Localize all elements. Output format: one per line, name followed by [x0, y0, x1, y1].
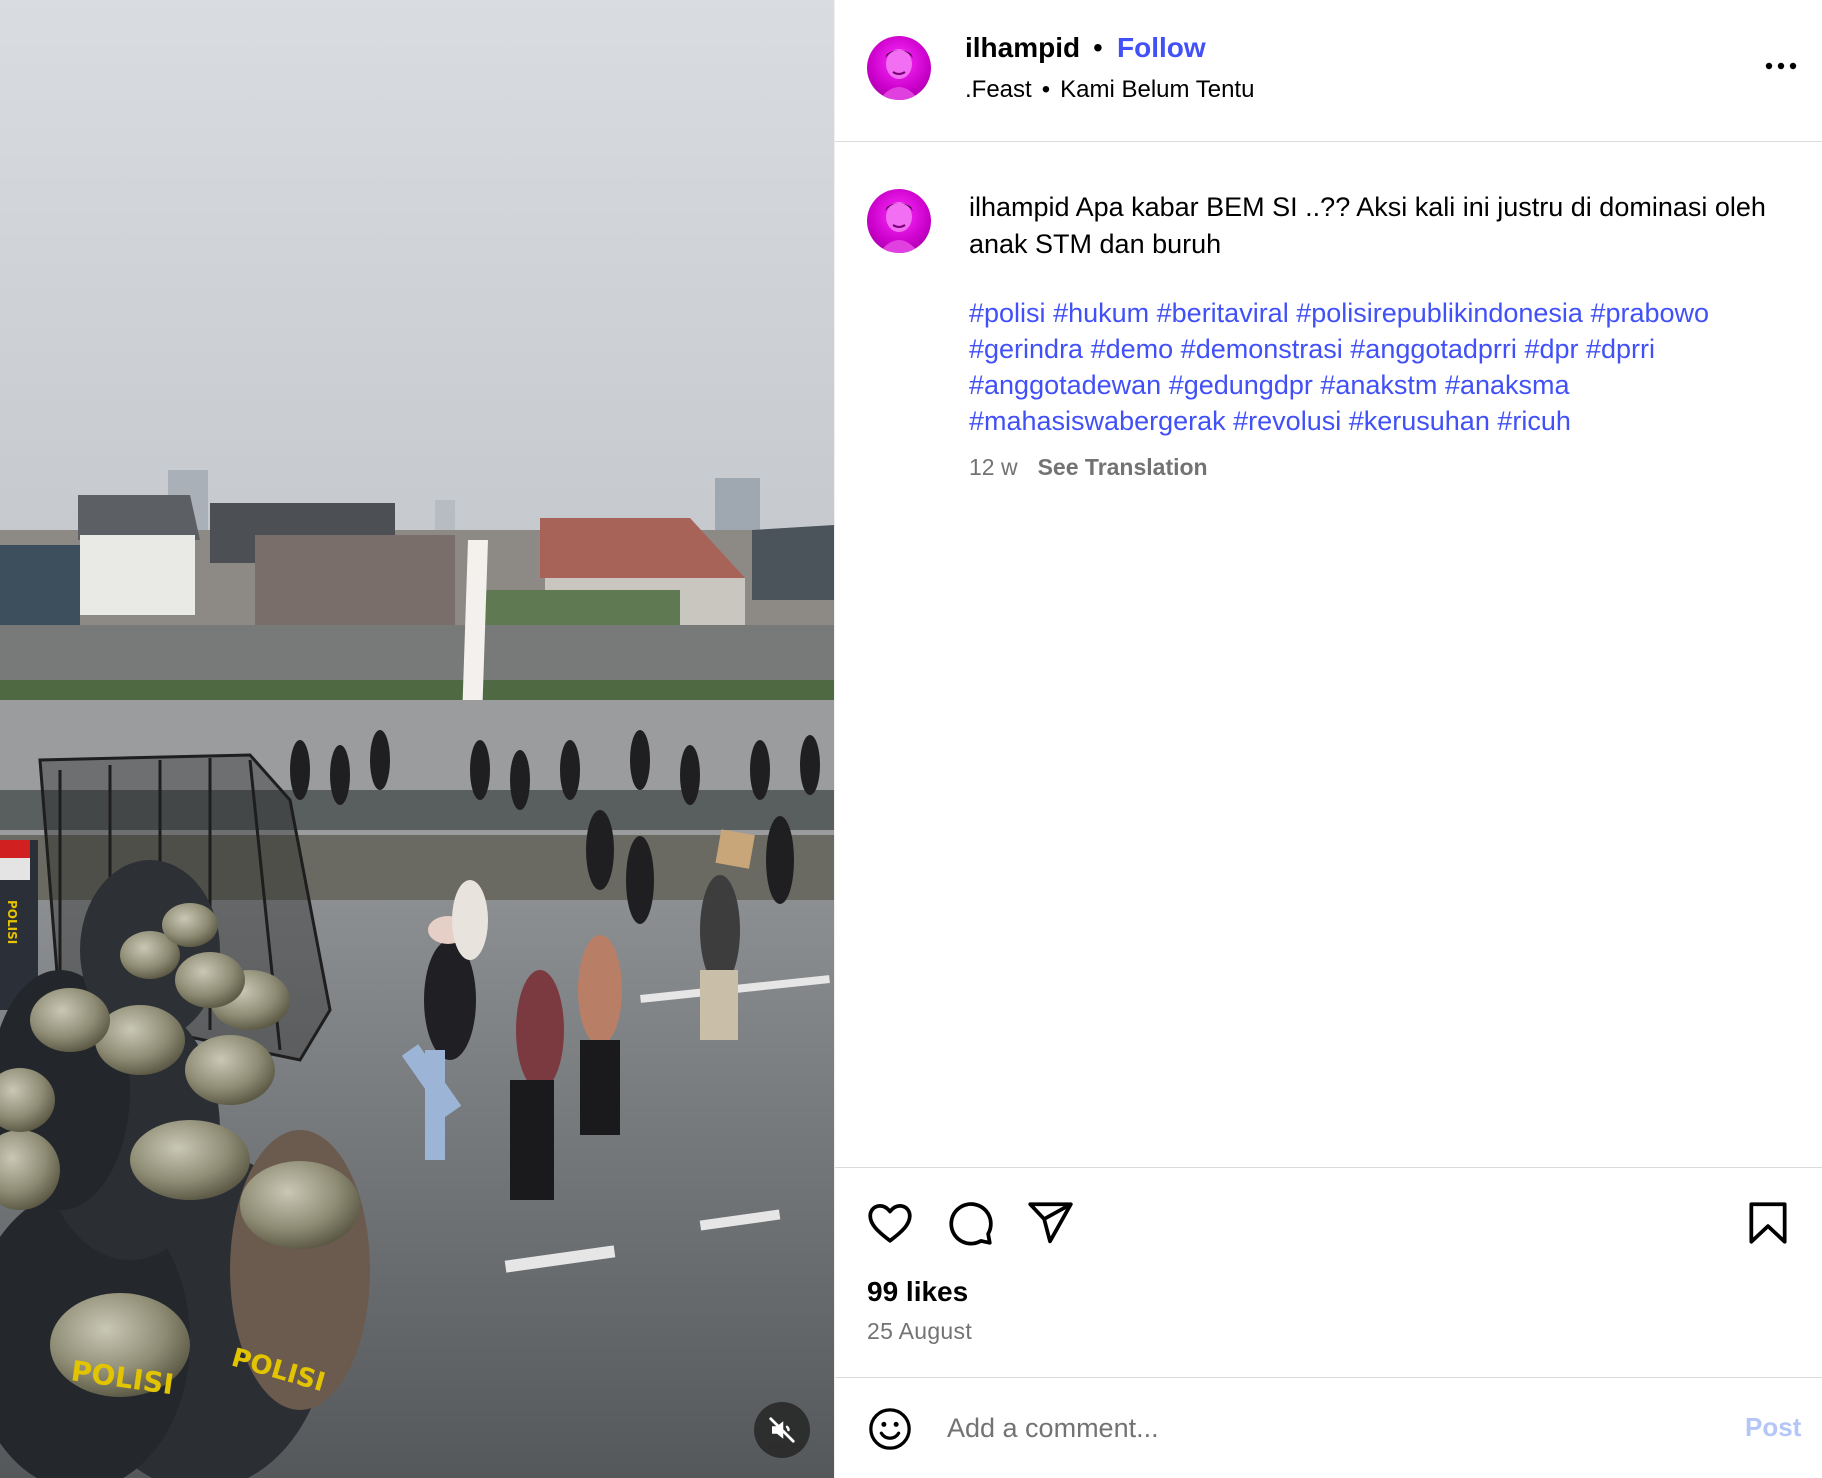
audio-artist[interactable]: .Feast [965, 76, 1032, 103]
hashtag-link[interactable]: #polisi [969, 298, 1046, 328]
avatar-image [879, 49, 919, 100]
post-comment-button[interactable]: Post [1745, 1412, 1801, 1443]
post-date[interactable]: 25 August [867, 1318, 972, 1345]
audio-separator: • [1041, 76, 1051, 103]
hashtag-link[interactable]: #revolusi [1233, 406, 1341, 436]
hashtag-link[interactable]: #ricuh [1497, 406, 1571, 436]
audio-track[interactable]: Kami Belum Tentu [1060, 76, 1254, 103]
audio-info[interactable]: .Feast • Kami Belum Tentu [965, 76, 1254, 104]
fence-banner-text: POLISI [5, 900, 19, 944]
caption-meta: 12 w See Translation [969, 454, 1208, 481]
header-separator: • [1093, 32, 1103, 63]
follow-button[interactable]: Follow [1117, 32, 1206, 64]
speaker-muted-icon [769, 1417, 795, 1443]
hashtag-link[interactable]: #demonstrasi [1181, 334, 1343, 364]
comment-icon[interactable] [945, 1198, 995, 1248]
hashtag-link[interactable]: #polisirepublikindonesia [1296, 298, 1583, 328]
hashtag-link[interactable]: #mahasiswabergerak [969, 406, 1226, 436]
mute-button[interactable] [754, 1402, 810, 1458]
post-header: ilhampid • Follow .Feast • Kami Belum Tent… [835, 0, 1822, 142]
emoji-icon[interactable] [867, 1406, 913, 1452]
post-details-panel: ilhampid • Follow .Feast • Kami Belum Tent… [834, 0, 1822, 1478]
hashtag-link[interactable]: #anaksma [1445, 370, 1570, 400]
caption-area: ilhampid Apa kabar BEM SI ..?? Aksi kali… [835, 143, 1822, 1167]
caption-username[interactable]: ilhampid [969, 192, 1070, 222]
bookmark-icon[interactable] [1743, 1198, 1793, 1248]
author-username[interactable]: ilhampid [965, 32, 1080, 64]
see-translation-button[interactable]: See Translation [1038, 454, 1208, 480]
caption-body: Apa kabar BEM SI ..?? Aksi kali ini just… [969, 192, 1766, 259]
hashtag-link[interactable]: #dpr [1524, 334, 1578, 364]
likes-count[interactable]: 99 likes [867, 1276, 968, 1308]
author-avatar[interactable] [867, 36, 931, 100]
share-icon[interactable] [1025, 1198, 1075, 1248]
video-frame-scene: POLISI POLISI POLISI [0, 0, 834, 1478]
hashtag-link[interactable]: #prabowo [1590, 298, 1709, 328]
hashtag-link[interactable]: #anggotadewan [969, 370, 1161, 400]
hashtag-link[interactable]: #kerusuhan [1349, 406, 1490, 436]
post-actions: 99 likes 25 August [835, 1167, 1822, 1377]
more-options-icon[interactable] [1761, 56, 1801, 76]
hashtag-list: #polisi #hukum #beritaviral #polisirepub… [969, 295, 1789, 439]
hashtag-link[interactable]: #dprri [1586, 334, 1655, 364]
hashtag-link[interactable]: #gedungdpr [1169, 370, 1313, 400]
heart-icon[interactable] [865, 1198, 915, 1248]
avatar-image [879, 202, 919, 253]
caption-author-avatar[interactable] [867, 189, 931, 253]
hashtag-link[interactable]: #demo [1091, 334, 1174, 364]
comment-input[interactable] [947, 1404, 1597, 1452]
comment-bar: Post [835, 1377, 1822, 1478]
post-age[interactable]: 12 w [969, 454, 1018, 480]
hashtag-link[interactable]: #gerindra [969, 334, 1083, 364]
hashtag-link[interactable]: #anggotadprri [1350, 334, 1517, 364]
post-media-video[interactable]: POLISI POLISI POLISI [0, 0, 834, 1478]
caption-text: ilhampid Apa kabar BEM SI ..?? Aksi kali… [969, 189, 1789, 263]
hashtag-link[interactable]: #hukum [1053, 298, 1149, 328]
hashtag-link[interactable]: #beritaviral [1157, 298, 1289, 328]
hashtag-link[interactable]: #anakstm [1320, 370, 1437, 400]
